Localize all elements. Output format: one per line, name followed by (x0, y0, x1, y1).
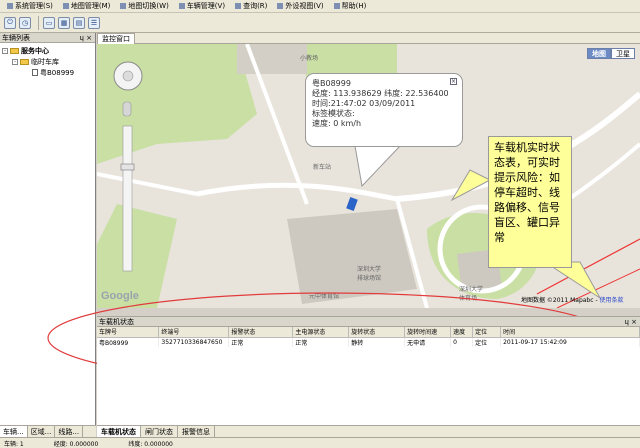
popup-tag: 标签模状态: (312, 109, 355, 118)
folder-icon (20, 58, 29, 65)
system-icon (7, 3, 13, 9)
vehicle-list-title: 车辆列表 ɥ × (0, 33, 95, 43)
query-icon (235, 3, 242, 9)
menu-query[interactable]: 查询(R) (230, 1, 272, 11)
cell-speed: 0 (450, 337, 474, 347)
pegman-icon (122, 101, 132, 117)
map-label: 新车站 (313, 164, 332, 171)
switch-icon (120, 3, 127, 9)
close-icon[interactable]: × (450, 78, 457, 85)
status-panel-title: 车载机状态 ɥ × (97, 317, 640, 327)
window-icon[interactable]: ▭ (43, 16, 55, 29)
power-icon[interactable]: ⏻ (4, 16, 16, 29)
toolbar: ⏻ ◷ ▭ ▦ ▤ ☰ (0, 13, 640, 33)
toolbar-divider (38, 15, 39, 30)
vehicle-doc-icon (32, 69, 38, 76)
popup-plate: 粤B08999 (312, 79, 351, 88)
vehicle-info-popup: × 粤B08999 经度: 113.938629 纬度: 22.536400 时… (305, 73, 463, 147)
menu-vehicle[interactable]: 车辆管理(V) (174, 1, 230, 11)
peripheral-icon (277, 3, 284, 9)
menu-system[interactable]: 系统管理(S) (2, 1, 58, 11)
col-alarm[interactable]: 报警状态 (228, 327, 294, 338)
pin-close-icon[interactable]: ɥ × (624, 318, 640, 326)
col-time[interactable]: 时间 (500, 327, 640, 338)
vehicle-tree: - 服务中心 - 临时车库 粤B08999 (0, 43, 95, 80)
tab-gate-status[interactable]: 闸门状态 (141, 426, 178, 437)
grid-icon[interactable]: ▤ (73, 16, 85, 29)
popup-time: 时间:21:47:02 03/09/2011 (312, 99, 416, 108)
table-row[interactable]: 粤B08999 3527710336847650 正常 正常 静转 无申请 0 … (97, 337, 640, 347)
building (287, 209, 417, 304)
map-label: 深圳大学 体育场 (459, 286, 484, 302)
table-header: 车牌号 终端号 报警状态 主电源状态 旋转状态 旋转时间速 速度 定位 时间 (97, 327, 640, 338)
google-logo: Google (101, 290, 139, 302)
bottom-tabs: 车载机状态 闸门状态 报警信息 (97, 425, 640, 437)
cell-alarm: 正常 (228, 337, 294, 347)
col-power[interactable]: 主电源状态 (292, 327, 350, 338)
collapse-icon[interactable]: - (2, 47, 8, 54)
vehicle-icon (178, 3, 185, 9)
pin-close-icon[interactable]: ɥ × (79, 34, 95, 42)
menu-map-switch[interactable]: 地图切换(W) (115, 1, 173, 11)
vehicle-list-panel: 车辆列表 ɥ × - 服务中心 - 临时车库 粤B08999 (0, 33, 96, 425)
pan-center (122, 70, 134, 82)
map-type-satellite-button[interactable]: 卫星 (611, 48, 635, 59)
tree-child[interactable]: - 临时车库 (2, 56, 93, 67)
col-locate[interactable]: 定位 (472, 327, 502, 338)
annotation-callout: 车载机实时状态表，可实时提示风险：如停车超时、线路偏移、信号盲区、罐口异常 (488, 136, 572, 268)
menu-bar: 系统管理(S) 地图管理(M) 地图切换(W) 车辆管理(V) 查询(R) 外设… (0, 0, 640, 13)
left-tabs: 车辆... 区域... 线路... (0, 425, 96, 437)
status-bar: 车辆: 1 经度: 0.000000 纬度: 0.000000 (0, 437, 640, 448)
tab-vehicles[interactable]: 车辆... (0, 426, 28, 437)
col-speed[interactable]: 速度 (450, 327, 474, 338)
cell-time: 2011-09-17 15:42:09 (500, 337, 640, 347)
map-icon (62, 3, 69, 9)
map-label: 元中体育馆 (309, 293, 340, 300)
map-label: 小教场 (300, 55, 319, 62)
cell-locate: 定位 (472, 337, 502, 347)
tree-root[interactable]: - 服务中心 (2, 45, 93, 56)
col-rotate-speed[interactable]: 旋转时间速 (404, 327, 452, 338)
tree-vehicle[interactable]: 粤B08999 (2, 67, 93, 78)
tab-alarm-info[interactable]: 报警信息 (178, 426, 215, 437)
col-terminal[interactable]: 终端号 (158, 327, 230, 338)
clock-icon[interactable]: ◷ (19, 16, 31, 29)
status-lng: 经度: 0.000000 (53, 440, 99, 448)
menu-peripheral[interactable]: 外设视图(V) (272, 1, 328, 11)
help-icon (333, 3, 340, 9)
col-rotate[interactable]: 旋转状态 (348, 327, 406, 338)
collapse-icon[interactable]: - (12, 58, 18, 65)
zoom-thumb (120, 163, 135, 171)
cell-rotate-speed: 无申请 (404, 337, 452, 347)
status-vehicles: 车辆: 1 (4, 440, 24, 448)
tab-terminal-status[interactable]: 车载机状态 (97, 426, 141, 437)
tab-routes[interactable]: 线路... (55, 426, 84, 437)
popup-lnglat: 经度: 113.938629 纬度: 22.536400 (312, 89, 449, 98)
map-credit: 地图数据 ©2011 Mapabc - 使用条款 (521, 297, 624, 304)
map-tabbar (97, 33, 640, 44)
popup-speed: 速度: 0 km/h (312, 119, 362, 128)
folder-icon (10, 47, 19, 54)
cell-power: 正常 (292, 337, 350, 347)
menu-help[interactable]: 帮助(H) (329, 1, 372, 11)
col-plate[interactable]: 车牌号 (97, 327, 160, 338)
map-type-switch: 地图 卫星 (587, 48, 635, 59)
status-lat: 纬度: 0.000000 (128, 440, 173, 448)
cell-terminal: 3527710336847650 (158, 337, 230, 347)
map-label: 深圳大学 排球场馆 (357, 266, 382, 282)
list-icon[interactable]: ☰ (88, 16, 100, 29)
cell-plate: 粤B08999 (97, 337, 160, 347)
zoom-slider (122, 125, 133, 272)
tab-monitor-window[interactable]: 监控窗口 (97, 33, 135, 44)
layout-icon[interactable]: ▦ (58, 16, 70, 29)
cell-rotate: 静转 (348, 337, 406, 347)
status-table: 车牌号 终端号 报警状态 主电源状态 旋转状态 旋转时间速 速度 定位 时间 粤… (97, 327, 640, 347)
tab-areas[interactable]: 区域... (28, 426, 56, 437)
menu-map-manage[interactable]: 地图管理(M) (58, 1, 116, 11)
map-type-map-button[interactable]: 地图 (587, 48, 611, 59)
vehicle-status-panel: 车载机状态 ɥ × 车牌号 终端号 报警状态 主电源状态 旋转状态 旋转时间速 … (97, 316, 640, 425)
terms-link[interactable]: 使用条款 (600, 297, 624, 304)
